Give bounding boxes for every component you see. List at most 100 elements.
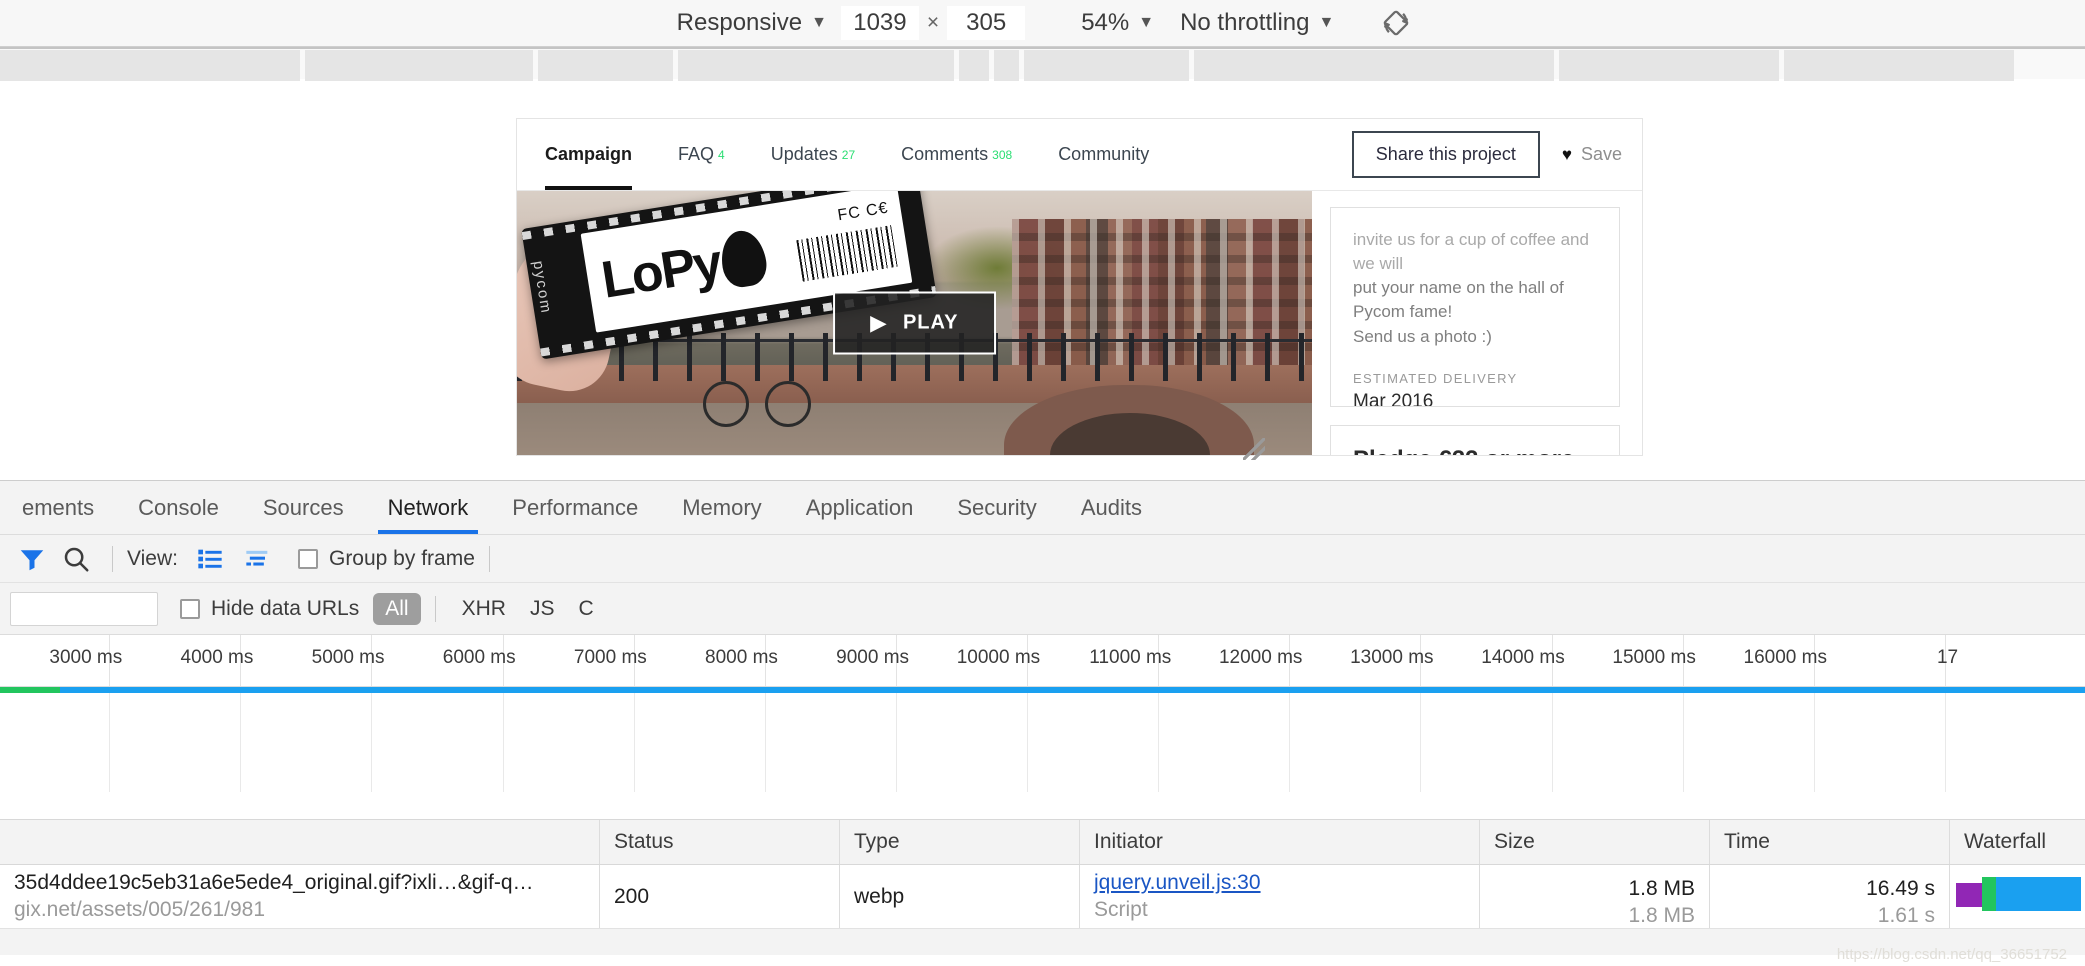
time-sub: 1.61 s [1877, 904, 1935, 927]
overview-gridline [895, 687, 897, 792]
table-row[interactable]: 35d4ddee19c5eb31a6e5ede4_original.gif?ix… [0, 865, 2085, 929]
column-header-time[interactable]: Time [1710, 820, 1950, 864]
network-toolbar: View: Group by frame [0, 535, 2085, 583]
cell-initiator: jquery.unveil.js:30 Script [1080, 865, 1480, 928]
filter-type-js[interactable]: JS [518, 597, 567, 621]
column-header-initiator[interactable]: Initiator [1080, 820, 1480, 864]
network-request-table: Status Type Initiator Size Time Waterfal… [0, 819, 2085, 966]
column-header-waterfall[interactable]: Waterfall [1950, 820, 2085, 864]
hide-data-urls-checkbox[interactable] [180, 598, 200, 619]
reward-card[interactable]: invite us for a cup of coffee and we wil… [1330, 207, 1620, 407]
board-side-label: pycom [529, 259, 555, 316]
chevron-down-icon: ▼ [1318, 14, 1335, 31]
initiator-type: Script [1094, 898, 1148, 921]
tab-sources[interactable]: Sources [241, 481, 366, 534]
rotate-device-icon[interactable] [1376, 3, 1416, 43]
tab-label: Network [387, 494, 469, 520]
tab-community[interactable]: Community [1058, 119, 1149, 190]
device-select[interactable]: Responsive ▼ [669, 6, 835, 40]
play-button[interactable]: ▶ PLAY [832, 291, 997, 355]
filter-type-css[interactable]: C [566, 597, 605, 621]
tab-count: 4 [718, 147, 725, 162]
column-header-type[interactable]: Type [840, 820, 1080, 864]
chevron-down-icon: ▼ [811, 14, 827, 31]
viewport-resize-grip[interactable] [1243, 438, 1265, 460]
overview-initial-bar [0, 687, 60, 693]
reward-description: invite us for a cup of coffee and we wil… [1353, 228, 1597, 349]
tab-elements[interactable]: ements [0, 481, 116, 534]
reward-card-next[interactable]: Pledge €22 or more [1330, 425, 1620, 455]
tab-memory[interactable]: Memory [660, 481, 783, 534]
funnel-icon[interactable] [10, 537, 54, 581]
zoom-select[interactable]: 54% ▼ [1075, 6, 1160, 40]
column-header-status[interactable]: Status [600, 820, 840, 864]
project-video[interactable]: pycom LoPy FC C€ ▶ PLAY [517, 191, 1312, 455]
tab-audits[interactable]: Audits [1059, 481, 1164, 534]
watermark: https://blog.csdn.net/qq_36651752 [1836, 946, 2067, 963]
certification-marks: FC C€ [836, 199, 890, 225]
timeline-tick-label: 9000 ms [836, 647, 910, 668]
tab-label: ements [22, 494, 95, 520]
timeline-tick-label: 10000 ms [956, 647, 1041, 668]
column-header-name[interactable] [0, 820, 600, 864]
viewport-height-input[interactable] [947, 6, 1026, 40]
group-by-frame-checkbox-row[interactable]: Group by frame [297, 547, 475, 571]
column-header-size[interactable]: Size [1480, 820, 1710, 864]
skeleton-block [1194, 50, 1554, 81]
viewport-width-input[interactable] [840, 6, 919, 40]
overview-gridline [1551, 687, 1553, 792]
timeline-tick-label: 17 [1936, 647, 1959, 668]
timeline-tick-label: 7000 ms [573, 647, 647, 668]
tab-console[interactable]: Console [116, 481, 241, 534]
tab-label: FAQ [678, 144, 715, 164]
share-project-button[interactable]: Share this project [1351, 131, 1540, 178]
timeline-tick-label: 4000 ms [180, 647, 254, 668]
devtools-screenshot-root: Responsive ▼ × 54% ▼ No throttling ▼ [0, 0, 2085, 966]
network-timeline-ruler[interactable]: 2000 ms3000 ms4000 ms5000 ms6000 ms7000 … [0, 635, 2085, 687]
tab-label: Community [1058, 144, 1150, 164]
tab-application[interactable]: Application [784, 481, 936, 534]
tab-campaign[interactable]: Campaign [545, 119, 633, 190]
tab-network[interactable]: Network [366, 481, 491, 534]
request-path: gix.net/assets/005/261/981 [14, 898, 266, 921]
tab-security[interactable]: Security [935, 481, 1058, 534]
table-empty-area [0, 929, 2085, 955]
save-project-button[interactable]: ♥ Save [1562, 144, 1622, 165]
overview-gridline [1682, 687, 1684, 792]
tab-comments[interactable]: Comments 308 [901, 119, 1012, 190]
toolbar-separator [112, 545, 113, 572]
skeleton-block [1784, 50, 2014, 81]
throttling-select[interactable]: No throttling ▼ [1174, 6, 1340, 40]
play-triangle-icon: ▶ [870, 312, 887, 335]
timeline-tick-label: 16000 ms [1743, 647, 1827, 668]
device-select-label: Responsive [676, 9, 803, 36]
project-nav-actions: Share this project ♥ Save [1351, 131, 1622, 178]
initiator-link[interactable]: jquery.unveil.js:30 [1094, 871, 1261, 895]
search-icon[interactable] [54, 537, 98, 581]
skeleton-block [538, 50, 673, 81]
tab-label: Audits [1080, 494, 1142, 520]
tab-label: Console [138, 494, 219, 520]
list-view-icon[interactable] [192, 541, 228, 577]
skeleton-block [678, 50, 954, 81]
zoom-select-label: 54% [1081, 9, 1130, 36]
tab-performance[interactable]: Performance [490, 481, 660, 534]
group-by-frame-checkbox[interactable] [297, 548, 318, 569]
filter-type-all[interactable]: All [373, 592, 421, 625]
tab-updates[interactable]: Updates 27 [771, 119, 855, 190]
project-nav: Campaign FAQ 4 Updates 27 Comments 308 C… [517, 119, 1642, 191]
lopy-wordmark: LoPy [597, 233, 725, 310]
skeleton-block [0, 50, 300, 81]
waterfall-view-icon[interactable] [240, 541, 276, 577]
tab-faq[interactable]: FAQ 4 [678, 119, 725, 190]
network-overview-body [0, 687, 2085, 792]
timeline-tick-label: 11000 ms [1089, 647, 1172, 668]
filter-input[interactable] [10, 591, 158, 626]
filter-type-xhr[interactable]: XHR [450, 597, 518, 621]
timeline-tick-label: 15000 ms [1612, 647, 1696, 668]
hide-data-urls-checkbox-row[interactable]: Hide data URLs [180, 597, 359, 621]
pycom-bird-icon [717, 227, 770, 290]
toolbar-separator [434, 595, 436, 622]
tab-label: Performance [512, 494, 639, 520]
waterfall-download-bar [1996, 877, 2081, 911]
